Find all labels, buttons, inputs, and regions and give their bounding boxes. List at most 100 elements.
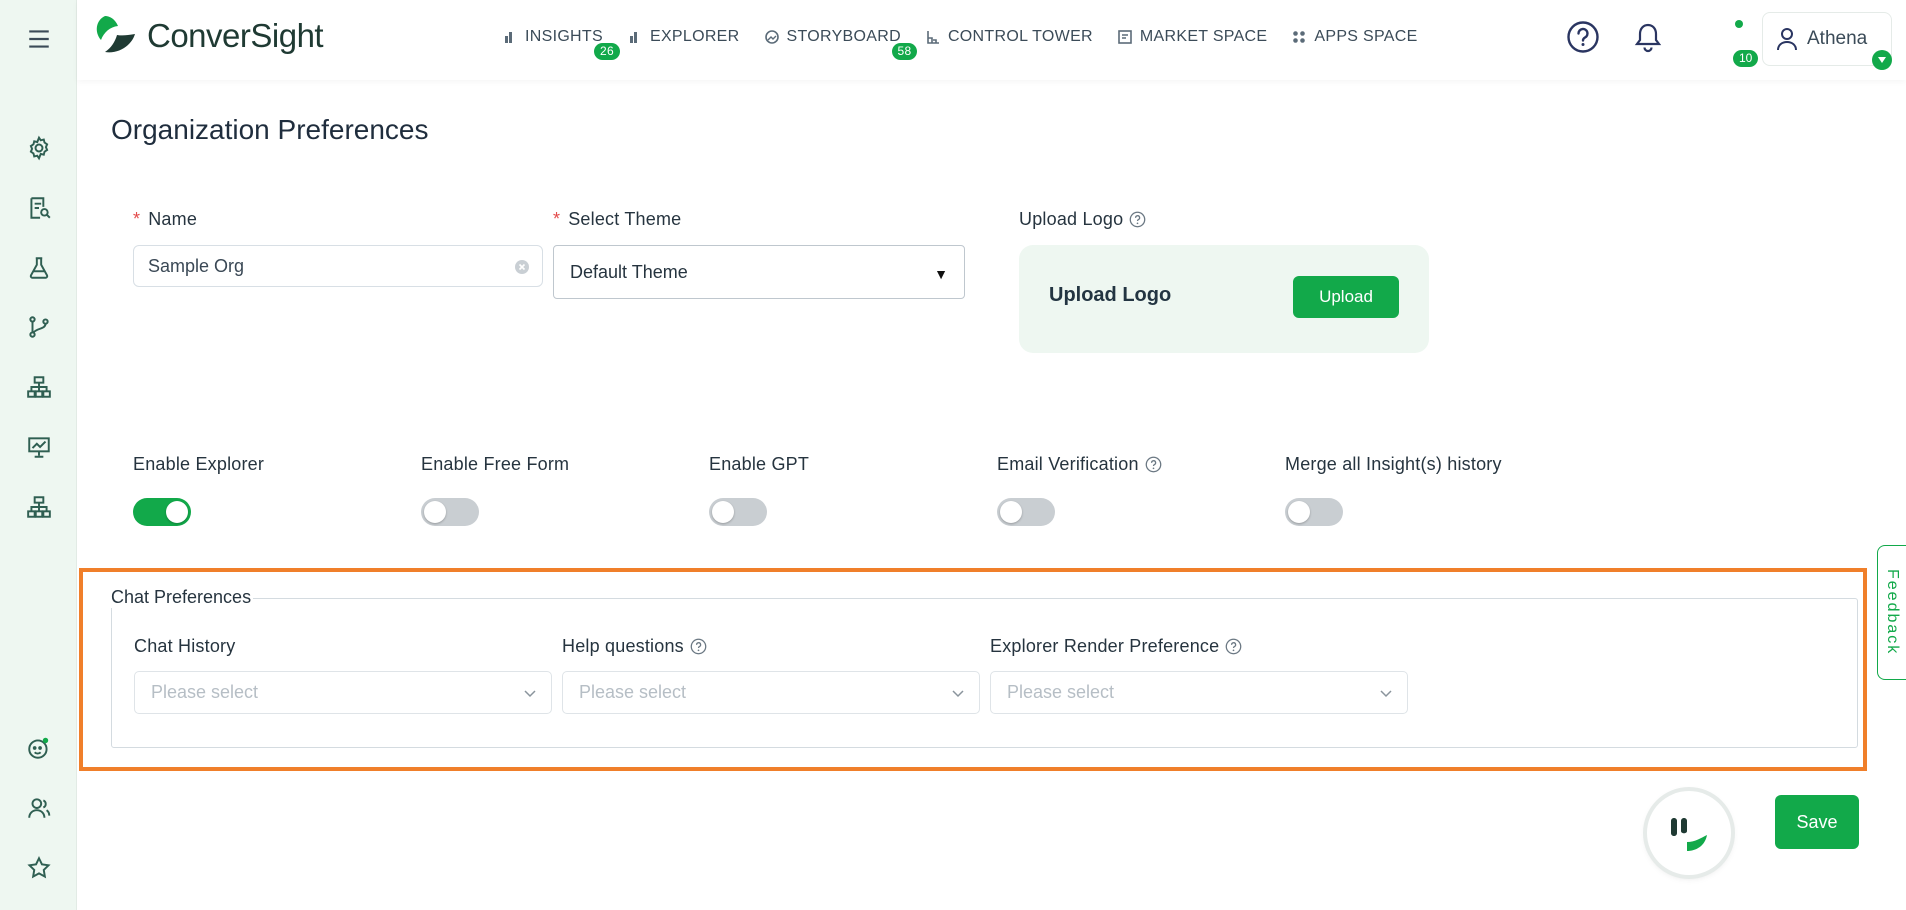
presentation-chart-icon[interactable] bbox=[24, 432, 54, 462]
name-input-value: Sample Org bbox=[148, 255, 245, 276]
help-questions-select[interactable]: Please select bbox=[562, 671, 980, 714]
email-verification-toggle[interactable] bbox=[997, 498, 1055, 526]
chat-bot-icon bbox=[1671, 818, 1707, 851]
storyboard-count-badge: 58 bbox=[891, 43, 918, 60]
enable-explorer-label: Enable Explorer bbox=[133, 454, 265, 474]
help-questions-placeholder: Please select bbox=[579, 682, 687, 702]
theme-select[interactable]: Default Theme ▼ bbox=[553, 245, 965, 299]
name-label: * Name bbox=[133, 209, 197, 230]
logo-text: ConverSight bbox=[147, 17, 324, 54]
upload-button[interactable]: Upload bbox=[1293, 276, 1399, 318]
insights-count-badge: 26 bbox=[594, 43, 620, 60]
notification-dot bbox=[1735, 20, 1743, 28]
chat-history-placeholder: Please select bbox=[151, 682, 259, 702]
help-circle-icon[interactable] bbox=[1129, 211, 1146, 228]
upload-logo-label: Upload Logo bbox=[1019, 209, 1146, 230]
user-name: Athena bbox=[1807, 28, 1868, 49]
feedback-tab-label: Feedback bbox=[1884, 569, 1901, 656]
help-questions-label: Help questions bbox=[562, 636, 707, 657]
enable-free-form-toggle[interactable] bbox=[421, 498, 479, 526]
nav-explorer[interactable]: EXPLORER bbox=[627, 28, 740, 46]
explorer-render-preference-placeholder: Please select bbox=[1007, 682, 1115, 702]
bar-chart-icon bbox=[505, 32, 512, 43]
nav-label: EXPLORER bbox=[649, 28, 740, 45]
name-input[interactable]: Sample Org bbox=[133, 245, 543, 287]
upload-logo-text: Upload Logo bbox=[1049, 284, 1172, 306]
merge-insights-history-label: Merge all Insight(s) history bbox=[1285, 454, 1502, 474]
email-verification-label-text: Email Verification bbox=[997, 454, 1139, 474]
upload-logo-label-text: Upload Logo bbox=[1019, 209, 1124, 229]
required-marker: * bbox=[553, 209, 561, 229]
enable-gpt-label: Enable GPT bbox=[709, 454, 810, 474]
top-bar: ConverSight INSIGHTS 26 EXPLORER STORYBO… bbox=[77, 0, 1906, 80]
theme-label-text: Select Theme bbox=[568, 209, 682, 229]
notification-count-badge: 10 bbox=[1733, 50, 1759, 67]
apps-grid-icon bbox=[1293, 31, 1306, 43]
conversight-logo-icon bbox=[96, 16, 135, 53]
enable-free-form-label: Enable Free Form bbox=[421, 454, 570, 474]
nav-label: STORYBOARD bbox=[786, 28, 901, 45]
upload-logo-box: Upload Logo Upload bbox=[1019, 245, 1429, 353]
explorer-render-preference-label: Explorer Render Preference bbox=[990, 636, 1242, 657]
name-label-text: Name bbox=[148, 209, 198, 229]
nav-label: CONTROL TOWER bbox=[947, 28, 1093, 45]
help-circle-icon[interactable] bbox=[1225, 638, 1242, 655]
theme-label: * Select Theme bbox=[553, 209, 681, 230]
chevron-down-icon bbox=[524, 690, 536, 698]
nav-label: INSIGHTS bbox=[525, 28, 603, 45]
user-menu-caret-icon[interactable] bbox=[1872, 50, 1892, 70]
toggle-knob bbox=[166, 501, 188, 523]
storyboard-icon bbox=[764, 30, 779, 44]
market-icon bbox=[1118, 30, 1132, 44]
hamburger-menu-icon[interactable] bbox=[24, 24, 54, 54]
conversight-logo[interactable]: ConverSight bbox=[91, 14, 324, 58]
clear-input-icon[interactable] bbox=[514, 259, 530, 275]
document-search-icon[interactable] bbox=[24, 193, 54, 223]
help-questions-label-text: Help questions bbox=[562, 636, 684, 656]
help-circle-icon[interactable] bbox=[1145, 456, 1162, 473]
email-verification-label: Email Verification bbox=[997, 454, 1162, 475]
enable-gpt-toggle[interactable] bbox=[709, 498, 767, 526]
toggle-knob bbox=[1000, 501, 1022, 523]
control-tower-icon bbox=[927, 31, 939, 44]
users-icon[interactable] bbox=[24, 793, 54, 823]
chat-bot-button[interactable] bbox=[1647, 791, 1731, 875]
nav-apps-space[interactable]: APPS SPACE bbox=[1291, 28, 1417, 46]
hierarchy-icon[interactable] bbox=[24, 372, 54, 402]
save-button[interactable]: Save bbox=[1775, 795, 1859, 849]
nav-storyboard[interactable]: STORYBOARD 58 bbox=[764, 28, 918, 60]
nav-insights[interactable]: INSIGHTS 26 bbox=[502, 28, 620, 60]
enable-explorer-toggle[interactable] bbox=[133, 498, 191, 526]
user-icon bbox=[1777, 28, 1797, 51]
explorer-render-preference-select[interactable]: Please select bbox=[990, 671, 1408, 714]
settings-gear-icon[interactable] bbox=[24, 133, 54, 163]
git-branch-icon[interactable] bbox=[24, 312, 54, 342]
nav-label: APPS SPACE bbox=[1314, 28, 1418, 45]
star-icon[interactable] bbox=[24, 853, 54, 883]
feedback-tab[interactable]: Feedback bbox=[1877, 545, 1906, 680]
toggle-knob bbox=[424, 501, 446, 523]
bar-chart-icon bbox=[629, 32, 637, 43]
nav-label: MARKET SPACE bbox=[1139, 28, 1268, 45]
flask-icon[interactable] bbox=[24, 253, 54, 283]
sitemap-icon[interactable] bbox=[24, 492, 54, 522]
bot-face-icon[interactable] bbox=[24, 733, 54, 763]
nav-market-space[interactable]: MARKET SPACE bbox=[1117, 28, 1267, 46]
chat-history-select[interactable]: Please select bbox=[134, 671, 552, 714]
help-question-icon[interactable] bbox=[1566, 20, 1600, 54]
dropdown-triangle-icon: ▼ bbox=[934, 266, 948, 282]
left-rail bbox=[0, 0, 77, 910]
notification-bell-icon[interactable] bbox=[1633, 22, 1663, 54]
toggle-knob bbox=[1288, 501, 1310, 523]
page-title: Organization Preferences bbox=[111, 114, 429, 145]
chevron-down-icon bbox=[952, 690, 964, 698]
chevron-down-icon bbox=[1380, 690, 1392, 698]
explorer-render-preference-label-text: Explorer Render Preference bbox=[990, 636, 1220, 656]
chat-preferences-legend: Chat Preferences bbox=[111, 587, 254, 608]
help-circle-icon[interactable] bbox=[690, 638, 707, 655]
nav-control-tower[interactable]: CONTROL TOWER bbox=[925, 28, 1093, 46]
theme-select-value: Default Theme bbox=[570, 261, 688, 282]
toggle-knob bbox=[712, 501, 734, 523]
merge-insights-history-toggle[interactable] bbox=[1285, 498, 1343, 526]
main-nav: INSIGHTS 26 EXPLORER STORYBOARD 58 CONTR… bbox=[502, 28, 1442, 60]
